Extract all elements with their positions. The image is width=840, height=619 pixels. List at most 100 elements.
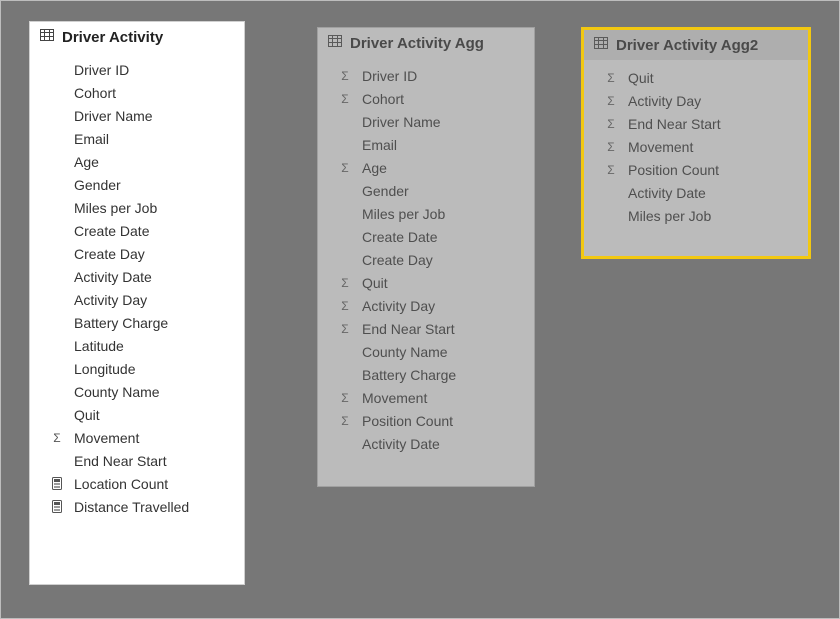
table-card[interactable]: Driver Activity AggΣDriver IDΣCohortDriv…: [317, 27, 535, 487]
field-name: Age: [354, 160, 387, 176]
field-row[interactable]: Activity Date: [322, 432, 530, 455]
field-row[interactable]: Create Day: [322, 248, 530, 271]
field-name: End Near Start: [354, 321, 455, 337]
table-header[interactable]: Driver Activity: [30, 22, 244, 52]
field-name: Location Count: [66, 476, 168, 492]
field-row[interactable]: Battery Charge: [322, 363, 530, 386]
field-name: County Name: [66, 384, 160, 400]
model-canvas[interactable]: Driver Activity Driver ID Cohort Driver Nam…: [0, 0, 840, 619]
field-row[interactable]: Distance Travelled: [34, 495, 240, 518]
field-name: Latitude: [66, 338, 124, 354]
field-row[interactable]: Driver Name: [322, 110, 530, 133]
field-row[interactable]: Miles per Job: [34, 196, 240, 219]
field-name: Create Date: [66, 223, 149, 239]
field-row[interactable]: Email: [34, 127, 240, 150]
field-row[interactable]: Age: [34, 150, 240, 173]
table-header[interactable]: Driver Activity Agg: [318, 28, 534, 58]
field-row[interactable]: ΣQuit: [322, 271, 530, 294]
field-row[interactable]: Activity Date: [588, 181, 804, 204]
field-name: Movement: [620, 139, 693, 155]
field-name: Position Count: [354, 413, 453, 429]
field-name: Distance Travelled: [66, 499, 189, 515]
field-name: Activity Date: [66, 269, 152, 285]
field-name: County Name: [354, 344, 448, 360]
field-name: Battery Charge: [354, 367, 456, 383]
field-name: Email: [354, 137, 397, 153]
field-name: Battery Charge: [66, 315, 168, 331]
field-name: Gender: [66, 177, 121, 193]
field-name: Quit: [354, 275, 388, 291]
field-name: Miles per Job: [620, 208, 711, 224]
field-row[interactable]: Driver ID: [34, 58, 240, 81]
sigma-icon: Σ: [336, 391, 354, 405]
field-name: Movement: [66, 430, 139, 446]
field-row[interactable]: Miles per Job: [588, 204, 804, 227]
field-row[interactable]: County Name: [34, 380, 240, 403]
field-name: Create Day: [354, 252, 433, 268]
field-name: Cohort: [66, 85, 116, 101]
field-row[interactable]: Create Date: [34, 219, 240, 242]
field-row[interactable]: Location Count: [34, 472, 240, 495]
field-name: Activity Date: [620, 185, 706, 201]
field-row[interactable]: ΣEnd Near Start: [322, 317, 530, 340]
field-name: Activity Day: [620, 93, 701, 109]
field-name: End Near Start: [620, 116, 721, 132]
field-row[interactable]: Battery Charge: [34, 311, 240, 334]
table-card[interactable]: Driver Activity Driver ID Cohort Driver Nam…: [29, 21, 245, 585]
field-row[interactable]: ΣActivity Day: [588, 89, 804, 112]
field-row[interactable]: ΣCohort: [322, 87, 530, 110]
calculator-icon: [48, 477, 66, 490]
field-row[interactable]: ΣPosition Count: [588, 158, 804, 181]
field-row[interactable]: ΣQuit: [588, 66, 804, 89]
field-name: Quit: [66, 407, 100, 423]
field-name: Driver Name: [66, 108, 153, 124]
field-row[interactable]: Gender: [34, 173, 240, 196]
sigma-icon: Σ: [336, 92, 354, 106]
field-row[interactable]: ΣAge: [322, 156, 530, 179]
sigma-icon: Σ: [602, 94, 620, 108]
field-name: Miles per Job: [354, 206, 445, 222]
field-row[interactable]: Gender: [322, 179, 530, 202]
table-header[interactable]: Driver Activity Agg2: [584, 30, 808, 60]
field-name: Driver ID: [354, 68, 417, 84]
field-name: Age: [66, 154, 99, 170]
table-title: Driver Activity: [62, 29, 163, 46]
field-row[interactable]: Longitude: [34, 357, 240, 380]
sigma-icon: Σ: [602, 117, 620, 131]
field-name: Miles per Job: [66, 200, 157, 216]
field-name: Activity Day: [354, 298, 435, 314]
field-row[interactable]: ΣMovement: [588, 135, 804, 158]
table-icon: [40, 28, 54, 46]
field-row[interactable]: Miles per Job: [322, 202, 530, 225]
field-row[interactable]: ΣPosition Count: [322, 409, 530, 432]
field-row[interactable]: Driver Name: [34, 104, 240, 127]
field-row[interactable]: Activity Day: [34, 288, 240, 311]
sigma-icon: Σ: [336, 414, 354, 428]
field-row[interactable]: Activity Date: [34, 265, 240, 288]
field-row[interactable]: ΣDriver ID: [322, 64, 530, 87]
field-row[interactable]: Create Day: [34, 242, 240, 265]
sigma-icon: Σ: [336, 322, 354, 336]
field-name: Position Count: [620, 162, 719, 178]
field-row[interactable]: Quit: [34, 403, 240, 426]
sigma-icon: Σ: [336, 276, 354, 290]
field-row[interactable]: Create Date: [322, 225, 530, 248]
field-name: Create Date: [354, 229, 437, 245]
field-name: Activity Date: [354, 436, 440, 452]
field-row[interactable]: End Near Start: [34, 449, 240, 472]
field-row[interactable]: ΣActivity Day: [322, 294, 530, 317]
field-row[interactable]: Cohort: [34, 81, 240, 104]
field-name: Cohort: [354, 91, 404, 107]
table-title: Driver Activity Agg: [350, 35, 484, 52]
field-row[interactable]: ΣEnd Near Start: [588, 112, 804, 135]
field-row[interactable]: County Name: [322, 340, 530, 363]
sigma-icon: Σ: [48, 431, 66, 445]
field-row[interactable]: Email: [322, 133, 530, 156]
table-card[interactable]: Driver Activity Agg2ΣQuitΣActivity DayΣE…: [581, 27, 811, 259]
field-row[interactable]: Latitude: [34, 334, 240, 357]
sigma-icon: Σ: [336, 299, 354, 313]
field-row[interactable]: ΣMovement: [34, 426, 240, 449]
field-list: ΣQuitΣActivity DayΣEnd Near StartΣMoveme…: [584, 60, 808, 256]
field-name: Gender: [354, 183, 409, 199]
field-row[interactable]: ΣMovement: [322, 386, 530, 409]
